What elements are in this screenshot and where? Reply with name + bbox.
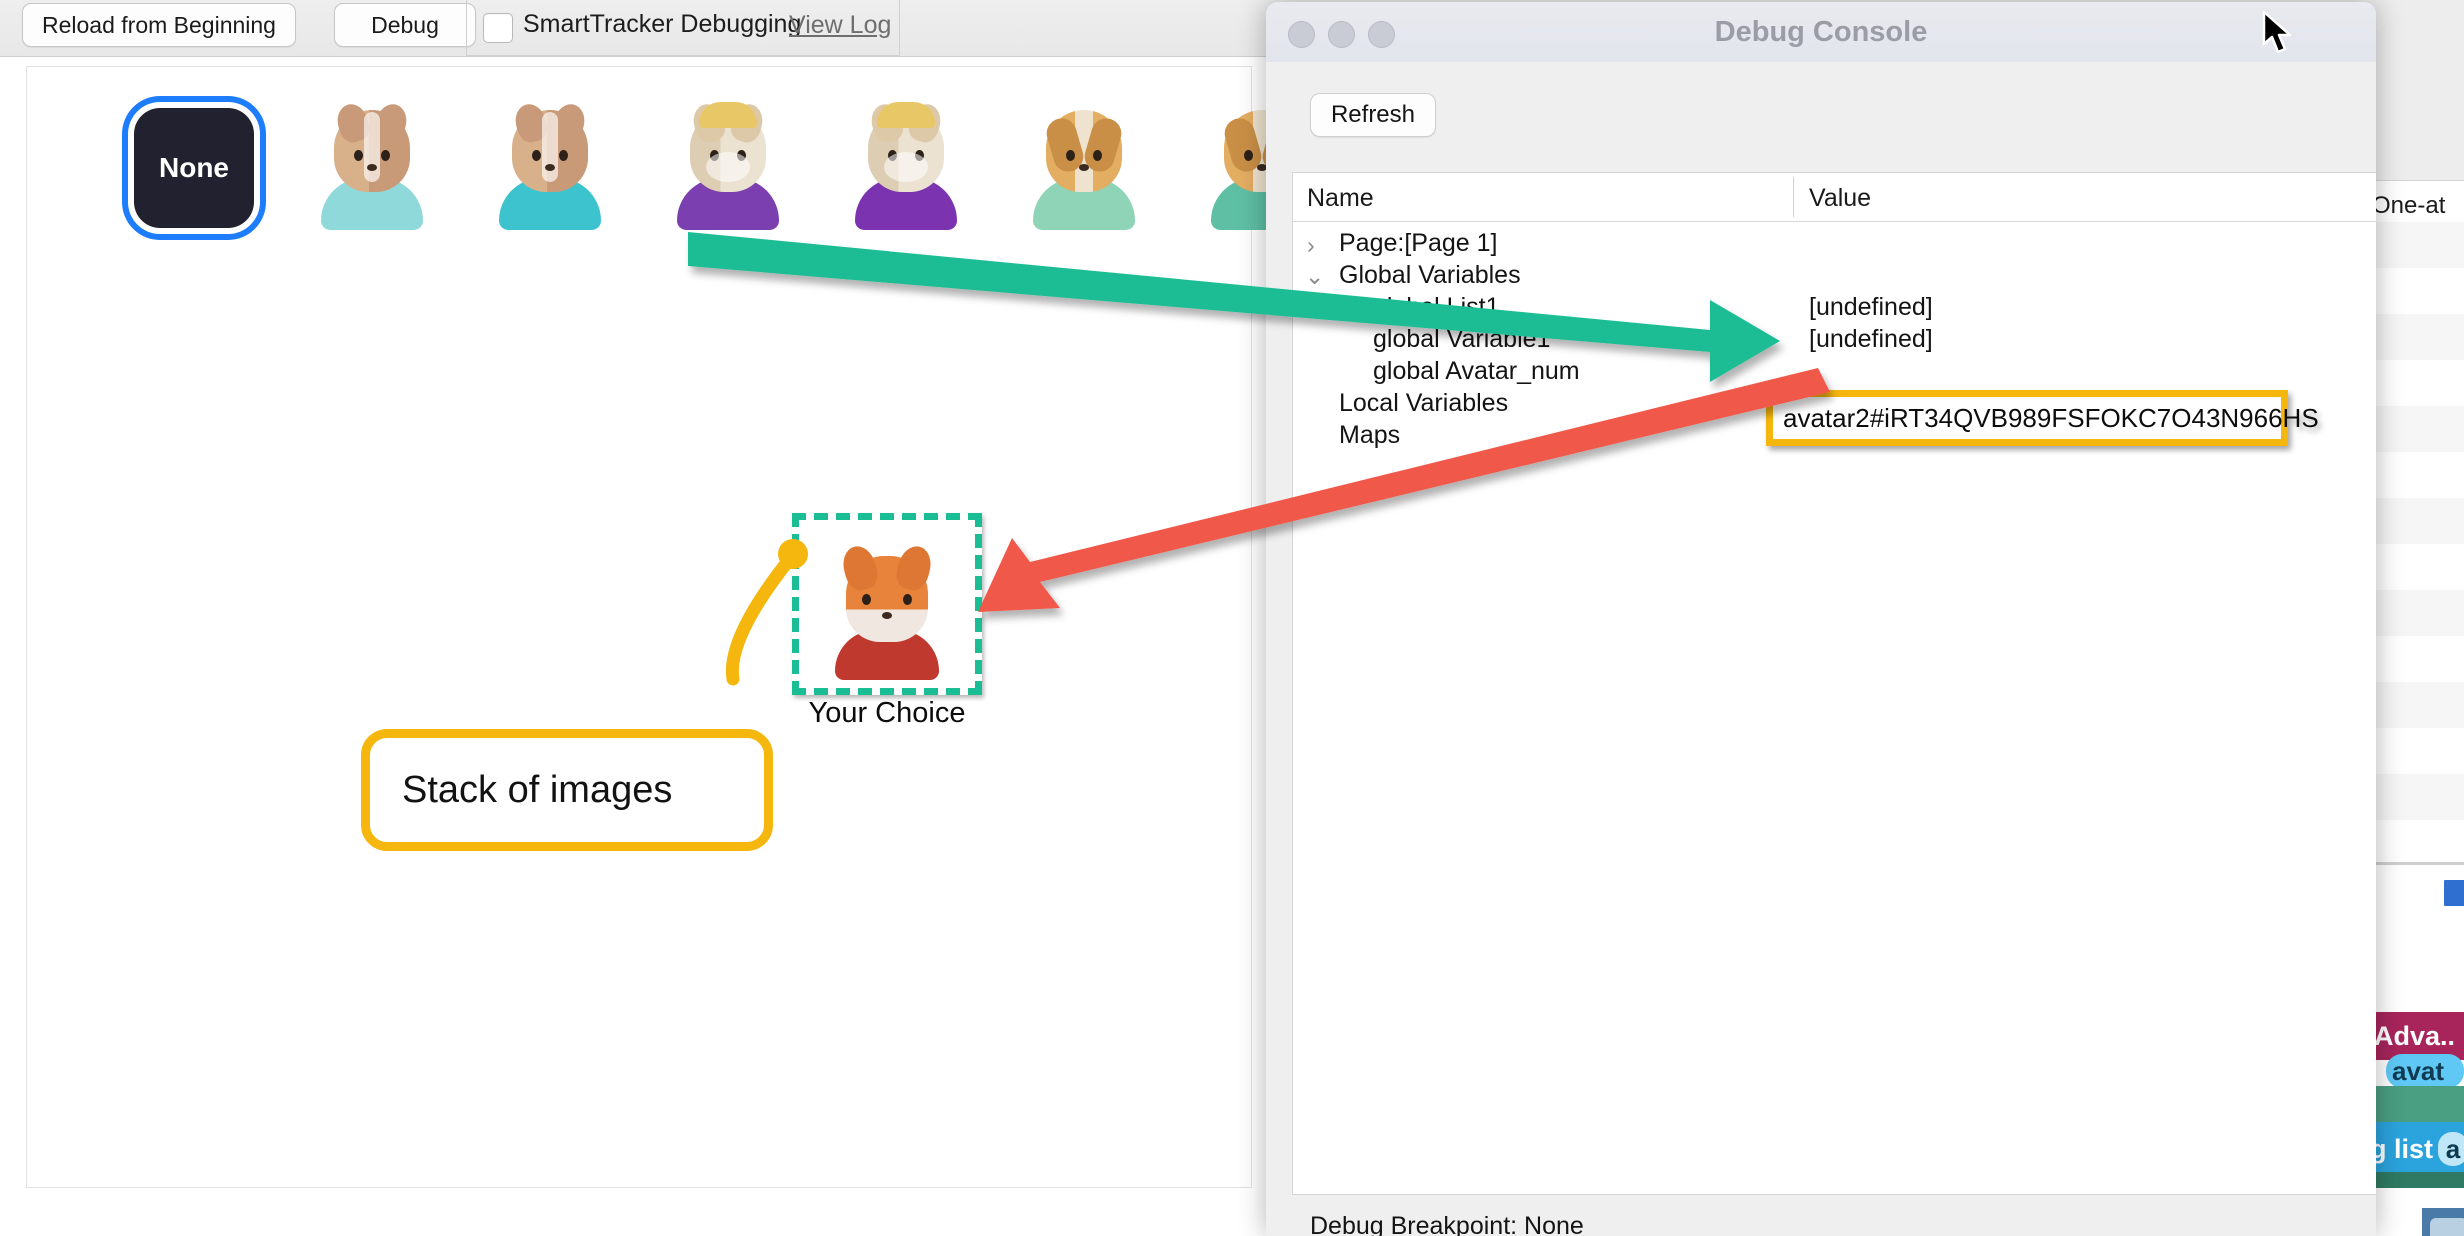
cat-avatar-icon <box>314 100 430 230</box>
avatar-item-3[interactable] <box>639 93 817 243</box>
block-thumbnail-inner <box>2430 1218 2464 1236</box>
tree-row-name: global Avatar_num <box>1373 357 1580 385</box>
smarttracker-debugging-checkbox[interactable] <box>483 13 513 43</box>
tree-row-name: Global Variables <box>1339 261 1521 289</box>
callout-bubble: Stack of images <box>361 729 773 851</box>
chevron-down-icon[interactable]: ⌄ <box>1305 263 1324 290</box>
right-panel-grid <box>2366 222 2464 866</box>
tree-row-name: Maps <box>1339 421 1401 449</box>
highlighted-value-text: avatar2#iRT34QVB989FSFOKC7O43N966HS <box>1783 402 2319 433</box>
one-at-a-time-label: One-at <box>2372 192 2446 219</box>
block-a-field[interactable]: a <box>2438 1132 2464 1166</box>
your-choice-label: Your Choice <box>808 697 966 729</box>
view-log-link[interactable]: View Log <box>789 11 891 40</box>
tree-row-name: global Variable1 <box>1373 325 1551 353</box>
debug-console-window[interactable]: Debug Console Refresh Name Value › Page:… <box>1266 2 2376 1236</box>
avatar-item-1[interactable] <box>283 93 461 243</box>
debug-console-title: Debug Console <box>1714 16 1928 48</box>
tree-row-name: global List1 <box>1373 293 1500 321</box>
mouse-cursor <box>2262 10 2292 54</box>
table-row[interactable]: global Variable1 [undefined] <box>1293 325 2376 355</box>
fox-avatar-icon <box>827 542 947 680</box>
horse-avatar-icon <box>848 100 964 230</box>
avatar-item-5[interactable] <box>995 93 1173 243</box>
selected-image-frame[interactable] <box>792 513 982 695</box>
blue-square-icon[interactable] <box>2442 878 2464 908</box>
variables-tree-panel[interactable]: Name Value › Page:[Page 1] ⌄ Global Vari… <box>1292 172 2376 1195</box>
reload-from-beginning-button[interactable]: Reload from Beginning <box>22 3 296 47</box>
none-tile-label: None <box>134 108 254 228</box>
column-header-value: Value <box>1809 184 1872 212</box>
debug-console-titlebar[interactable]: Debug Console <box>1266 2 2376 63</box>
block-avatar-field[interactable]: avat <box>2386 1054 2464 1088</box>
tree-row-name: Local Variables <box>1339 389 1509 417</box>
block-green-connector[interactable] <box>2366 1086 2464 1126</box>
breakpoint-status: Debug Breakpoint: None <box>1310 1212 1584 1236</box>
column-header-name: Name <box>1307 184 1374 212</box>
block-advanced[interactable]: Adva.. <box>2366 1012 2464 1060</box>
table-row[interactable]: › Page:[Page 1] <box>1293 229 2376 259</box>
tree-row-name: Page:[Page 1] <box>1339 229 1498 257</box>
smarttracker-group: SmartTracker Debugging View Log <box>466 0 900 56</box>
refresh-button[interactable]: Refresh <box>1310 93 1436 137</box>
table-row[interactable]: global List1 [undefined] <box>1293 293 2376 323</box>
tree-row-value: [undefined] <box>1809 293 1933 321</box>
debug-console-body: Refresh Name Value › Page:[Page 1] ⌄ Glo… <box>1266 62 2376 1236</box>
chevron-right-icon[interactable]: › <box>1307 232 1315 259</box>
your-choice-group[interactable]: Your Choice <box>762 513 992 729</box>
table-row[interactable]: ⌄ Global Variables <box>1293 261 2376 291</box>
horse-avatar-icon <box>670 100 786 230</box>
right-panel-topbar <box>2366 0 2464 181</box>
smarttracker-debugging-label: SmartTracker Debugging <box>523 10 802 38</box>
avatar-item-4[interactable] <box>817 93 995 243</box>
callout-text: Stack of images <box>402 768 673 811</box>
block-green-footer <box>2366 1172 2464 1188</box>
avatar-item-none[interactable]: None <box>105 93 283 243</box>
highlighted-value-box: avatar2#iRT34QVB989FSFOKC7O43N966HS <box>1766 390 2319 446</box>
tree-header: Name Value <box>1293 173 2376 222</box>
column-divider <box>1793 177 1794 217</box>
right-side-panel: One-at Adva.. avat g list a elect tem li… <box>2366 0 2464 1236</box>
dog-avatar-icon <box>1026 106 1142 230</box>
debug-button[interactable]: Debug <box>334 3 476 47</box>
avatar-strip: None <box>105 93 1351 243</box>
design-canvas: None Your Choice Stack of images <box>26 66 1313 1188</box>
tree-row-value: [undefined] <box>1809 325 1933 353</box>
table-row[interactable]: global Avatar_num <box>1293 357 2376 387</box>
cat-avatar-icon <box>492 100 608 230</box>
right-panel-divider <box>2366 862 2464 865</box>
avatar-item-2[interactable] <box>461 93 639 243</box>
